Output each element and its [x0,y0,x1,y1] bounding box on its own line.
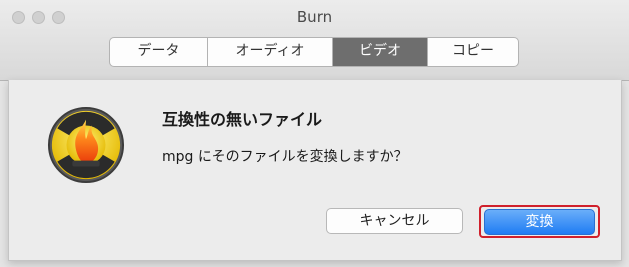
tab-data[interactable]: データ [110,38,208,66]
tab-copy[interactable]: コピー [428,38,518,66]
tab-audio[interactable]: オーディオ [208,38,333,66]
dialog-message: mpg にそのファイルを変換しますか？ [162,149,408,165]
cancel-button[interactable]: キャンセル [326,208,463,234]
window-title: Burn [296,8,333,26]
tab-bar: データ オーディオ ビデオ コピー [109,37,519,67]
title-bar: Burn データ オーディオ ビデオ コピー [0,0,629,81]
alert-sheet: 互換性の無いファイル mpg にそのファイルを変換しますか？ キャンセル 変換 [8,80,622,261]
convert-button[interactable]: 変換 [484,209,595,235]
dialog-headline: 互換性の無いファイル [162,110,323,129]
burn-radiation-fire-icon [47,106,125,184]
tab-video[interactable]: ビデオ [333,38,428,66]
